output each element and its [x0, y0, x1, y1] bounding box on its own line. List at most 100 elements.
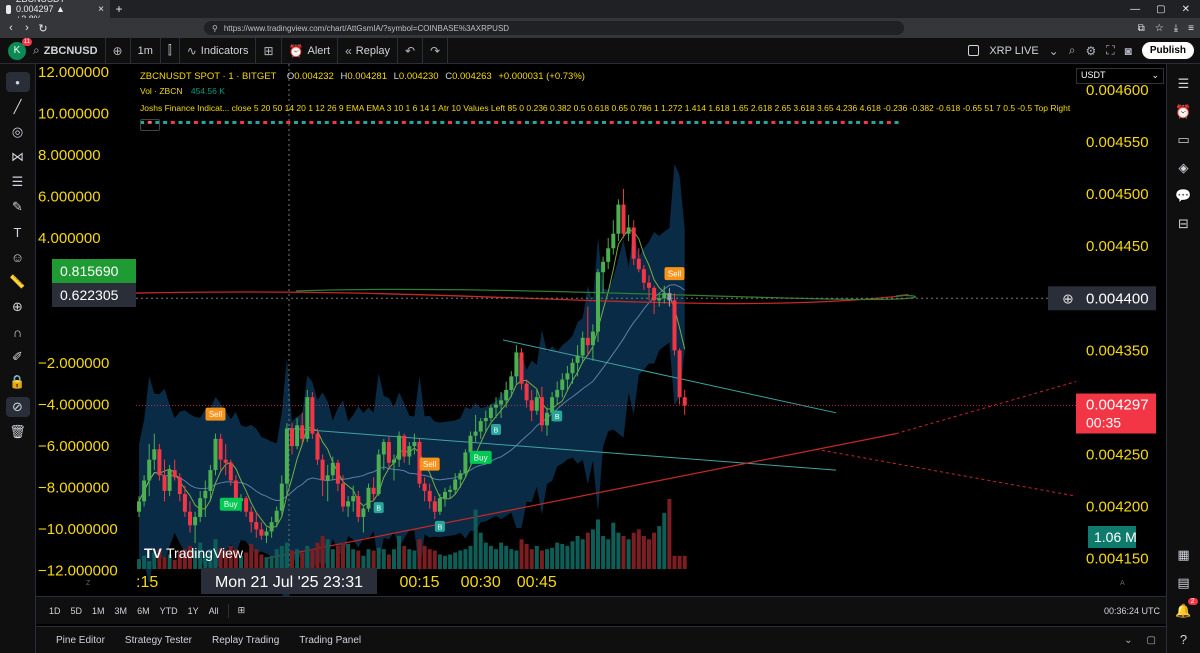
watchlist-icon[interactable]: ☰: [1173, 73, 1195, 95]
chart-type-button[interactable]: ⫿: [161, 37, 180, 64]
bookmark-icon[interactable]: ☆: [1155, 23, 1164, 34]
indicator-dot: [894, 121, 899, 124]
screener-icon[interactable]: ⊟: [1173, 213, 1195, 235]
indicators-button[interactable]: ∿ Indicators: [180, 37, 257, 64]
extensions-icon[interactable]: ⧉: [1138, 23, 1145, 34]
gann-fib-icon[interactable]: ◎: [6, 122, 30, 142]
help-icon[interactable]: ?: [1173, 628, 1195, 650]
price-chart[interactable]: Sell Buy Sell Buy Sell B B B B 12.000000 10.000000…: [36, 64, 1166, 596]
indicator-dot: [794, 121, 799, 124]
publish-button[interactable]: Publish: [1141, 42, 1194, 59]
symbol-search-button[interactable]: ⌕ ZBCNUSD: [26, 37, 106, 64]
site-info-icon[interactable]: ⚲: [212, 24, 218, 33]
layout-name[interactable]: XRP LIVE: [989, 45, 1038, 57]
ideas-icon[interactable]: 💬: [1173, 185, 1195, 207]
maximize-panel-icon[interactable]: ▢: [1147, 635, 1156, 646]
range-5d[interactable]: 5D: [66, 606, 88, 616]
tradingview-watermark: TradingView: [166, 545, 244, 561]
indicator-dot: [401, 121, 406, 124]
calendar-icon[interactable]: ▦: [1173, 544, 1195, 566]
close-tab-icon[interactable]: ×: [98, 4, 104, 15]
left-axis-tick-label: −12.000000: [38, 562, 118, 579]
zoom-reset-icon[interactable]: Z: [86, 580, 91, 587]
compare-symbol-button[interactable]: ⊕: [106, 37, 131, 64]
alert-button[interactable]: ⏰ Alert: [282, 37, 339, 64]
volume-bar: [269, 555, 274, 569]
range-3m[interactable]: 3M: [110, 606, 133, 616]
prediction-icon[interactable]: ☰: [6, 172, 30, 192]
currency-selector[interactable]: USDT ⌄: [1076, 68, 1164, 84]
cursor-icon[interactable]: •: [5, 72, 30, 92]
brush-icon[interactable]: ✎: [6, 197, 30, 217]
interval-button[interactable]: 1m: [131, 37, 161, 64]
zoom-in-icon[interactable]: ⊕: [6, 297, 30, 317]
quick-search-icon[interactable]: ⌕: [1069, 43, 1076, 58]
bell-icon[interactable]: 🔔 2: [1173, 598, 1198, 622]
undo-button[interactable]: ↶: [398, 37, 424, 64]
url-field[interactable]: ⚲ https://www.tradingview.com/chart/AttG…: [204, 21, 904, 35]
layers-icon[interactable]: ◈: [1173, 157, 1195, 179]
lock-drawing-icon[interactable]: ✐: [6, 347, 30, 367]
hide-drawings-icon[interactable]: ⊘: [5, 397, 30, 417]
volume-bar: [672, 555, 677, 569]
chat-icon[interactable]: ▭: [1173, 129, 1195, 151]
range-1d[interactable]: 1D: [44, 606, 66, 616]
emoji-icon[interactable]: ☺: [6, 247, 30, 267]
settings-icon[interactable]: ⚙: [1085, 44, 1096, 58]
browser-tab[interactable]: ZBCNUSDT 0.004297 ▲ +2.8% ... ×: [0, 0, 110, 24]
templates-button[interactable]: ⊞: [256, 37, 282, 64]
collapse-panel-icon[interactable]: ⌄: [1124, 635, 1132, 646]
alerts-clock-icon[interactable]: ⏰: [1173, 101, 1195, 123]
range-1y[interactable]: 1Y: [183, 606, 204, 616]
fullscreen-icon[interactable]: ⛶: [1106, 43, 1114, 58]
alarm-icon: ⏰: [288, 43, 304, 58]
candle-body: [621, 204, 626, 234]
ruler-icon[interactable]: 📏: [6, 272, 30, 292]
utc-clock[interactable]: 00:36:24 UTC: [1104, 606, 1166, 616]
download-icon[interactable]: ⤓: [1174, 23, 1178, 34]
tab-strategy-tester[interactable]: Strategy Tester: [115, 635, 202, 646]
tab-trading-panel[interactable]: Trading Panel: [289, 635, 371, 646]
camera-icon[interactable]: ◙: [1125, 44, 1132, 58]
add-alert-icon[interactable]: ⊕: [1062, 291, 1074, 307]
volume-bar: [550, 547, 555, 569]
collapse-legend-icon[interactable]: ⌃: [140, 119, 160, 131]
maximize-icon[interactable]: ▢: [1156, 4, 1165, 15]
right-widget-bar: ☰ ⏰ ▭ ◈ 💬 ⊟ ▦ ▤ 🔔 2 ?: [1166, 64, 1200, 653]
range-ytd[interactable]: YTD: [155, 606, 183, 616]
news-icon[interactable]: ▤: [1173, 572, 1195, 594]
replay-button[interactable]: « Replay: [338, 37, 399, 64]
indicator-dot: [671, 121, 676, 124]
tab-pine-editor[interactable]: Pine Editor: [46, 635, 115, 646]
redo-button[interactable]: ↷: [423, 37, 449, 64]
lock-icon[interactable]: 🔒: [6, 372, 30, 392]
volume-bar: [325, 539, 330, 569]
minimize-icon[interactable]: —: [1130, 4, 1140, 15]
user-avatar[interactable]: K 11: [8, 37, 32, 60]
auto-scale-icon[interactable]: A: [1120, 580, 1125, 587]
candle-body: [682, 397, 687, 406]
menu-icon[interactable]: ≡: [1188, 23, 1194, 34]
text-icon[interactable]: T: [6, 222, 30, 242]
new-tab-icon[interactable]: +: [110, 2, 128, 16]
sell-signal-label: Sell: [668, 270, 682, 279]
reload-icon[interactable]: ↻: [38, 22, 48, 35]
trash-icon[interactable]: 🗑: [6, 422, 30, 442]
range-6m[interactable]: 6M: [132, 606, 155, 616]
chevron-down-icon[interactable]: ⌄: [1049, 44, 1059, 58]
volume-bar: [478, 532, 483, 569]
goto-date-icon[interactable]: ⊞: [233, 605, 251, 616]
volume-bar: [580, 539, 585, 569]
trend-line-icon[interactable]: ╱: [6, 97, 30, 117]
range-1m[interactable]: 1M: [87, 606, 110, 616]
pattern-icon[interactable]: ⋈: [6, 147, 30, 167]
close-window-icon[interactable]: ✕: [1182, 4, 1190, 15]
back-icon[interactable]: ‹: [6, 22, 16, 34]
layout-checkbox[interactable]: [968, 45, 980, 56]
chart-pane[interactable]: Sell Buy Sell Buy Sell B B B B 12.000000 10.000000…: [36, 64, 1166, 596]
forward-icon[interactable]: ›: [22, 22, 32, 34]
price-axis-tick-label: 0.004550: [1086, 134, 1149, 151]
range-all[interactable]: All: [204, 606, 224, 616]
tab-replay-trading[interactable]: Replay Trading: [202, 635, 289, 646]
magnet-icon[interactable]: ∩: [6, 322, 30, 342]
